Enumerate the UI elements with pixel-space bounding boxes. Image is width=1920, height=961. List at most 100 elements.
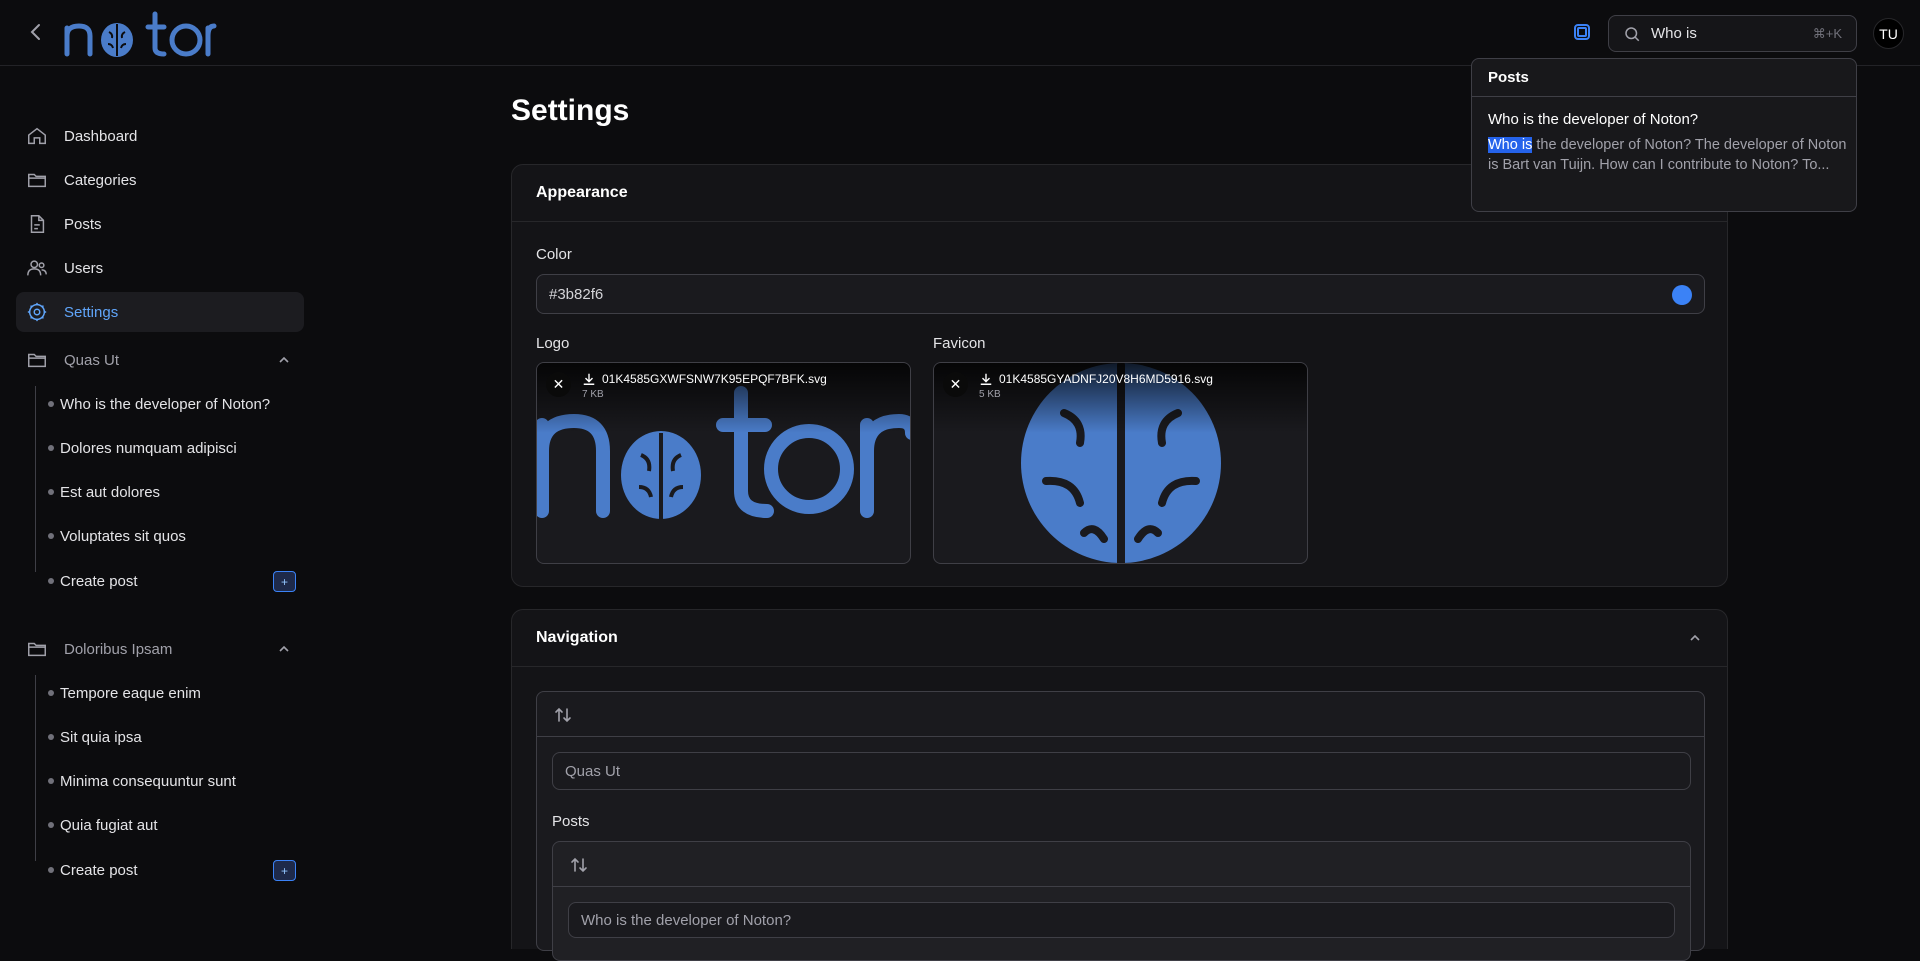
color-value: #3b82f6: [549, 285, 604, 303]
file-icon: [30, 215, 45, 233]
create-post-item[interactable]: Create post +: [16, 563, 304, 599]
download-icon[interactable]: [582, 372, 596, 386]
color-label: Color: [536, 246, 572, 263]
result-snippet[interactable]: Who is the developer of Noton? The devel…: [1488, 135, 1848, 175]
tree-dot: [48, 867, 54, 873]
post-label: Voluptates sit quos: [60, 527, 186, 545]
download-icon[interactable]: [979, 372, 993, 386]
list-item[interactable]: Minima consequuntur sunt: [16, 763, 304, 799]
favicon-filename-text: 01K4585GYADNFJ20V8H6MD5916.svg: [999, 372, 1213, 386]
drag-handle-row[interactable]: [537, 692, 1704, 737]
folder-icon: [28, 353, 46, 368]
post-input[interactable]: Who is the developer of Noton?: [568, 902, 1675, 938]
logo-filename[interactable]: 01K4585GXWFSNW7K95EPQF7BFK.svg: [582, 372, 827, 386]
category-input[interactable]: Quas Ut: [552, 752, 1691, 790]
tree-dot: [48, 489, 54, 495]
navigation-heading[interactable]: Navigation: [512, 610, 1727, 667]
add-post-button[interactable]: +: [273, 860, 296, 881]
chevron-left-icon[interactable]: [24, 20, 48, 44]
sidebar-item-label: Dashboard: [64, 127, 138, 145]
sidebar-group-quas-ut[interactable]: Quas Ut: [16, 340, 304, 380]
color-swatch[interactable]: [1672, 285, 1692, 305]
post-label: Tempore eaque enim: [60, 684, 201, 702]
search-input[interactable]: Who is ⌘+K: [1608, 15, 1857, 52]
list-item[interactable]: Quia fugiat aut: [16, 807, 304, 843]
favicon-filename[interactable]: 01K4585GYADNFJ20V8H6MD5916.svg: [979, 372, 1213, 386]
remove-favicon-button[interactable]: ✕: [943, 372, 968, 397]
drag-handle-row[interactable]: [553, 842, 1690, 887]
result-title[interactable]: Who is the developer of Noton?: [1488, 111, 1698, 128]
sidebar-item-dashboard[interactable]: Dashboard: [16, 116, 304, 156]
list-item[interactable]: Who is the developer of Noton?: [16, 386, 304, 422]
search-shortcut: ⌘+K: [1812, 25, 1842, 41]
sidebar-item-label: Posts: [64, 215, 102, 233]
favicon-upload[interactable]: ✕ 01K4585GYADNFJ20V8H6MD5916.svg 5 KB: [933, 362, 1308, 564]
category-value: Quas Ut: [565, 762, 621, 780]
tree-dot: [48, 690, 54, 696]
folder-icon: [28, 173, 46, 188]
snippet-highlight: Who is: [1488, 137, 1533, 153]
results-section-header: Posts: [1472, 59, 1856, 97]
noton-logo[interactable]: noton: [62, 6, 222, 60]
reorder-icon[interactable]: [553, 705, 573, 725]
sidebar-item-settings[interactable]: Settings: [16, 292, 304, 332]
favicon-filesize: 5 KB: [979, 389, 1001, 400]
tree-dot: [48, 822, 54, 828]
tree-dot: [48, 401, 54, 407]
page-title: Settings: [511, 94, 630, 127]
chevron-up-icon[interactable]: [276, 352, 292, 368]
sidebar-item-users[interactable]: Users: [16, 248, 304, 288]
brand-text: noton: [62, 6, 65, 7]
avatar[interactable]: TU: [1873, 18, 1904, 49]
users-icon: [27, 260, 47, 276]
sidebar-item-posts[interactable]: Posts: [16, 204, 304, 244]
logo-upload[interactable]: ✕ 01K4585GXWFSNW7K95EPQF7BFK.svg 7 KB: [536, 362, 911, 564]
list-item[interactable]: Voluptates sit quos: [16, 518, 304, 554]
tree-dot: [48, 578, 54, 584]
tree-dot: [48, 445, 54, 451]
sidebar-item-categories[interactable]: Categories: [16, 160, 304, 200]
group-name: Quas Ut: [64, 351, 120, 369]
logo-label: Logo: [536, 335, 570, 352]
post-label: Est aut dolores: [60, 483, 161, 501]
create-post-item[interactable]: Create post +: [16, 852, 304, 888]
create-post-label: Create post: [60, 572, 138, 590]
chevron-up-icon[interactable]: [1687, 630, 1703, 646]
sidebar: Dashboard Categories Posts Users Setting…: [0, 66, 315, 935]
post-label: Minima consequuntur sunt: [60, 772, 236, 790]
create-post-label: Create post: [60, 861, 138, 879]
tree-dot: [48, 778, 54, 784]
remove-logo-button[interactable]: ✕: [546, 372, 571, 397]
color-field[interactable]: #3b82f6: [536, 274, 1705, 314]
reorder-icon[interactable]: [569, 855, 589, 875]
section-title: Appearance: [536, 184, 628, 201]
posts-label: Posts: [552, 813, 590, 830]
list-item[interactable]: Tempore eaque enim: [16, 675, 304, 711]
layers-icon[interactable]: [1570, 20, 1594, 44]
sidebar-item-label: Categories: [64, 171, 137, 189]
logo-filename-text: 01K4585GXWFSNW7K95EPQF7BFK.svg: [602, 372, 827, 386]
search-query[interactable]: Who is: [1651, 25, 1813, 42]
search-icon: [1625, 26, 1640, 41]
nested-post-item: Who is the developer of Noton?: [552, 841, 1691, 961]
post-label: Sit quia ipsa: [60, 728, 142, 746]
search-results-dropdown: Posts Who is the developer of Noton? Who…: [1471, 58, 1857, 212]
list-item[interactable]: Est aut dolores: [16, 474, 304, 510]
favicon-label: Favicon: [933, 335, 986, 352]
add-post-button[interactable]: +: [273, 571, 296, 592]
tree-dot: [48, 533, 54, 539]
navigation-item: Quas Ut Posts Who is the developer of No…: [536, 691, 1705, 961]
group-name: Doloribus Ipsam: [64, 640, 173, 658]
list-item[interactable]: Dolores numquam adipisci: [16, 430, 304, 466]
chevron-up-icon[interactable]: [276, 641, 292, 657]
snippet-text: the developer of Noton? The developer of…: [1488, 137, 1847, 173]
gear-icon: [27, 302, 47, 322]
tree-dot: [48, 734, 54, 740]
logo-filesize: 7 KB: [582, 389, 604, 400]
sidebar-group-doloribus-ipsam[interactable]: Doloribus Ipsam: [16, 629, 304, 669]
post-label: Dolores numquam adipisci: [60, 439, 237, 457]
list-item[interactable]: Sit quia ipsa: [16, 719, 304, 755]
sidebar-item-label: Settings: [64, 303, 119, 321]
appearance-card: Appearance Color #3b82f6 Logo ✕ 01K4585G…: [511, 164, 1728, 587]
post-label: Who is the developer of Noton?: [60, 395, 271, 413]
